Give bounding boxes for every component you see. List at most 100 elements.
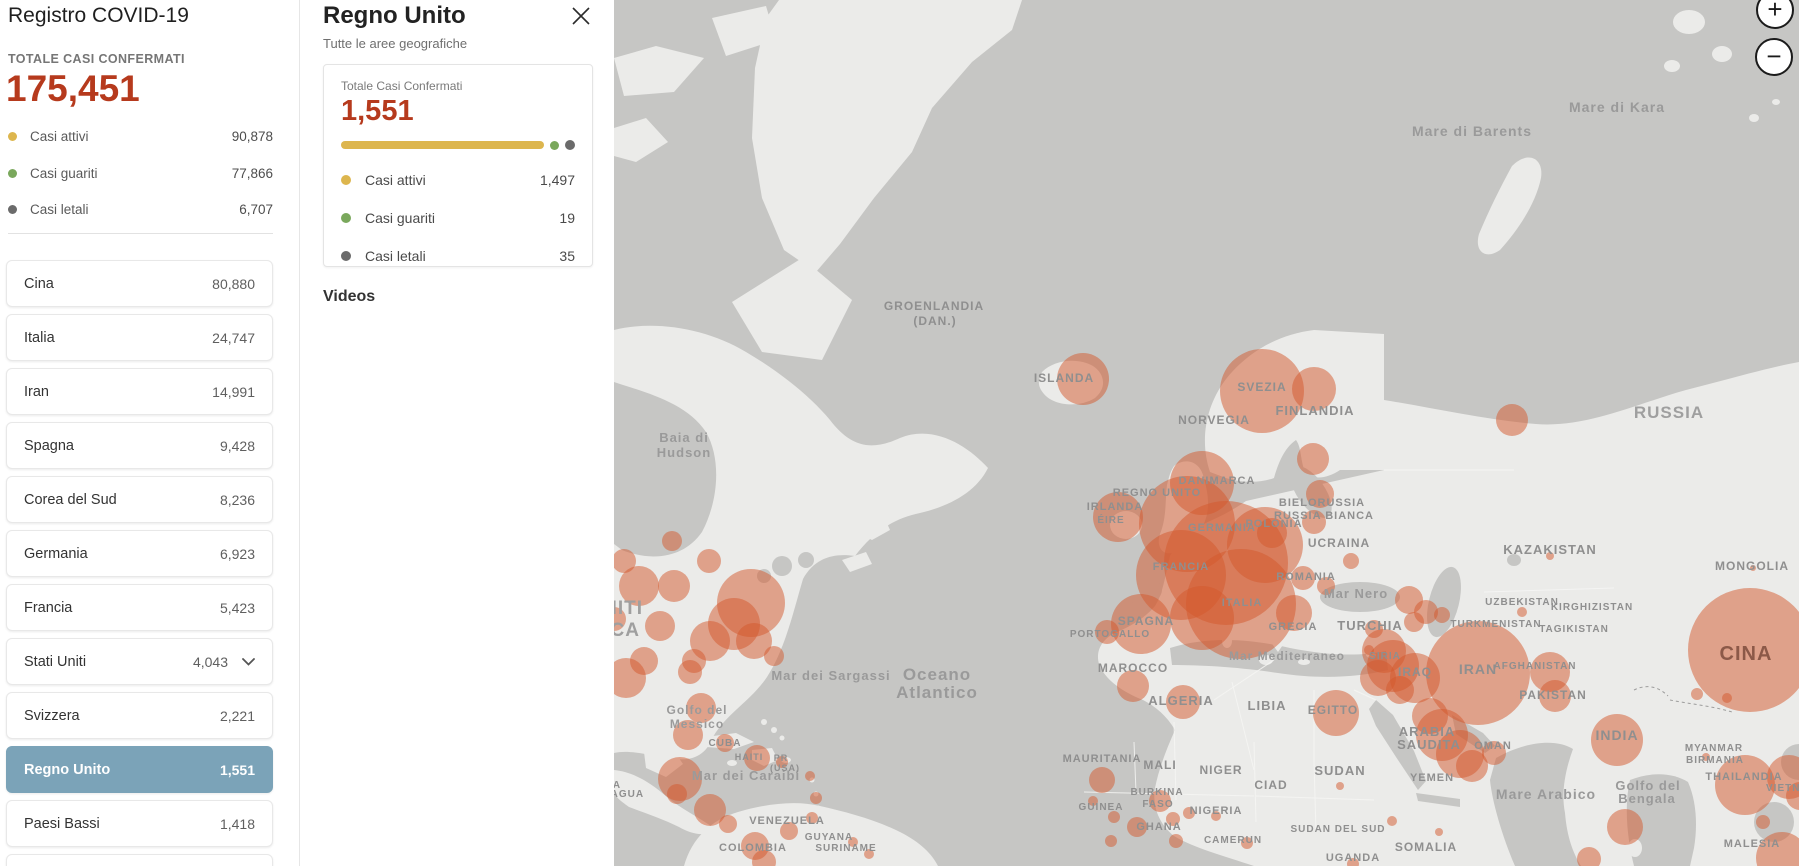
map-label: RUSSIA [1634,403,1704,422]
map-label: Messico [670,717,724,731]
map-label: STATI UNITI [614,598,643,619]
case-bubble[interactable] [1607,809,1643,845]
country-row-paesi-bassi[interactable]: Paesi Bassi 1,418 [6,800,273,847]
case-bubble[interactable] [678,660,702,684]
case-bubble[interactable] [1343,553,1359,569]
detail-row-fatal: Casi letali 35 [341,248,575,264]
map-label: Bengala [1618,791,1676,806]
country-value: 2,221 [219,707,255,724]
country-row-stati-uniti[interactable]: Stati Uniti 4,043 [6,638,273,685]
country-row-iran[interactable]: Iran 14,991 [6,368,273,415]
recovered-dot-icon [8,168,17,178]
case-bubble[interactable] [810,792,822,804]
close-icon[interactable] [568,3,594,29]
map-label: AFGHANISTAN [1493,661,1576,672]
map-label: KIRGHIZISTAN [1551,602,1633,613]
map-label: PAKISTAN [1519,688,1587,702]
map-label: SAUDITA [1397,737,1461,752]
country-row-partial[interactable] [6,854,273,866]
map-label: NICARAGUA [614,789,644,800]
case-bubble[interactable] [1435,828,1443,836]
case-bubble[interactable] [1434,607,1450,623]
detail-row-active: Casi attivi 1,497 [341,172,575,188]
case-bubble[interactable] [1105,835,1117,847]
map-label: IRAN [1459,661,1497,677]
map-label: TURCHIA [1337,618,1403,633]
country-row-spagna[interactable]: Spagna 9,428 [6,422,273,469]
country-row-francia[interactable]: Francia 5,423 [6,584,273,631]
case-bubble[interactable] [1387,816,1397,826]
case-bubble[interactable] [1336,782,1344,790]
map-label: Mare di Barents [1412,123,1532,139]
map-label: NORVEGIA [1178,413,1250,427]
map-label: Hudson [657,445,711,460]
case-bubble[interactable] [1170,586,1234,650]
case-bubble[interactable] [1089,767,1115,793]
map-label: PORTOGALLO [1070,629,1150,640]
country-value: 24,747 [212,329,255,346]
map-label: NIGERIA [1190,805,1243,817]
recovered-dot-icon [341,213,351,223]
map-label: EGITTO [1308,703,1358,717]
map-label: TURKMENISTAN [1450,619,1541,630]
country-row-corea-del-sud[interactable]: Corea del Sud 8,236 [6,476,273,523]
map-label: GHANA [1136,821,1181,833]
map-label: Golfo del [667,703,728,717]
map-label: Mar Mediterraneo [1229,649,1345,663]
case-bubble[interactable] [1297,443,1329,475]
country-row-italia[interactable]: Italia 24,747 [6,314,273,361]
case-bubble[interactable] [1404,612,1424,632]
map-label: Oceano [903,665,971,684]
map-label: GRECIA [1269,621,1318,633]
map-label: IRLANDA [1087,501,1144,513]
case-bubble[interactable] [719,815,737,833]
case-bubble[interactable] [645,611,675,641]
country-name: Germania [24,545,88,562]
total-confirmed-label: TOTALE CASI CONFERMATI [8,52,185,66]
detail-row-value: 35 [559,248,575,264]
country-name: Svizzera [24,707,80,724]
detail-title: Regno Unito [323,2,466,29]
map-label: HAITI [735,752,764,762]
map-label: Mare di Kara [1569,99,1665,115]
case-bubble[interactable] [662,531,682,551]
map-label: SOMALIA [1395,840,1457,854]
case-bubble[interactable] [1517,607,1527,617]
case-bubble[interactable] [1169,834,1183,848]
country-value: 4,043 [192,653,228,670]
map-label: NIGER [1199,763,1242,777]
country-row-regno-unito[interactable]: Regno Unito 1,551 [6,746,273,793]
case-bubble[interactable] [1722,693,1732,703]
legend-label: Casi letali [30,201,89,217]
case-bubble[interactable] [1756,815,1770,829]
map-label: CUBA [709,738,742,749]
detail-card-label: Totale Casi Confermati [341,79,463,93]
case-bubble[interactable] [697,549,721,573]
world-map[interactable]: Mare di Barents Mare di Kara GROENLANDIA (D… [524,0,1799,866]
case-bubble[interactable] [764,646,784,666]
case-bubble[interactable] [1496,404,1528,436]
map-label: CAMERUN [1204,835,1262,846]
country-value: 6,923 [219,545,255,562]
case-bubble[interactable] [805,771,815,781]
map-label: SUDAN DEL SUD [1290,824,1385,835]
map-label: ISLANDA [1034,371,1094,385]
country-name: Regno Unito [24,761,111,778]
map-label: UCRAINA [1308,536,1370,550]
detail-row-label: Casi guariti [365,210,436,226]
map-label: SURINAME [815,843,876,854]
fatal-dot-icon [341,251,351,261]
case-bubble[interactable] [1691,688,1703,700]
country-row-svizzera[interactable]: Svizzera 2,221 [6,692,273,739]
zoom-out-button[interactable]: − [1755,38,1793,76]
country-value: 80,880 [212,275,255,292]
country-row-cina[interactable]: Cina 80,880 [6,260,273,307]
map-label: ALGERIA [1148,693,1214,708]
legend-value: 6,707 [239,201,273,217]
chevron-down-icon[interactable] [242,657,255,666]
case-bubble[interactable] [658,570,690,602]
map-label: D'AMERICA [614,620,640,641]
stat-bar [341,140,575,150]
country-row-germania[interactable]: Germania 6,923 [6,530,273,577]
case-bubble[interactable] [667,784,687,804]
